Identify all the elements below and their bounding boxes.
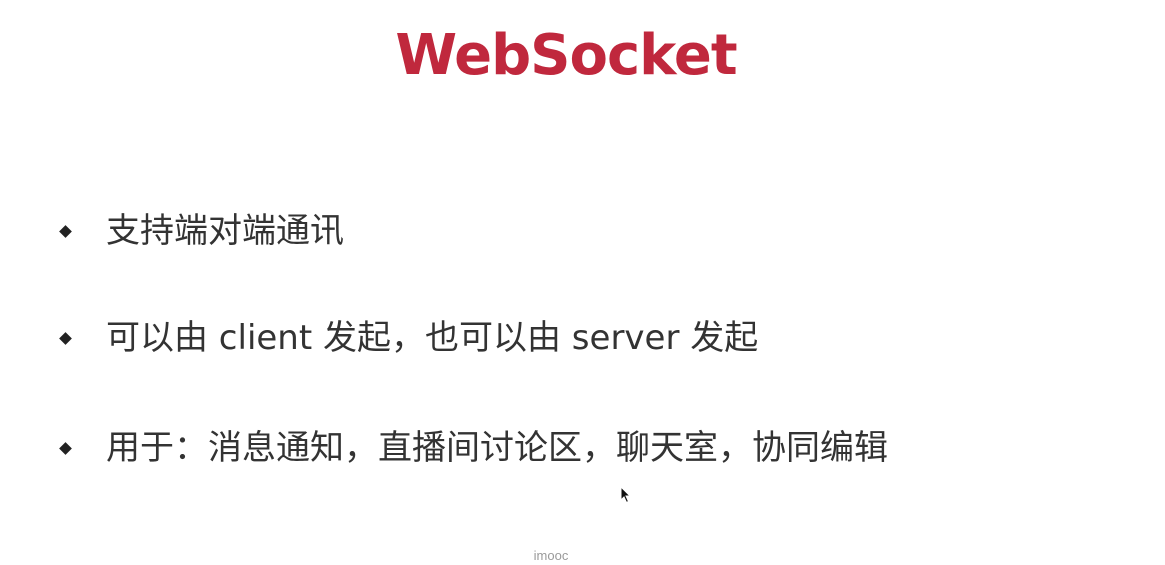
slide: WebSocket 支持端对端通讯 可以由 client 发起，也可以由 ser…	[0, 0, 1165, 565]
diamond-bullet-icon	[58, 331, 72, 345]
bullet-item: 支持端对端通讯	[58, 207, 344, 255]
bullet-item: 可以由 client 发起，也可以由 server 发起	[58, 314, 758, 362]
bullet-text: 支持端对端通讯	[106, 211, 344, 251]
watermark: imooc	[533, 548, 569, 563]
mouse-cursor-icon	[620, 486, 632, 504]
slide-title: WebSocket	[395, 23, 737, 88]
diamond-bullet-icon	[58, 224, 72, 238]
bullet-text: 可以由 client 发起，也可以由 server 发起	[106, 318, 759, 358]
diamond-bullet-icon	[58, 441, 72, 455]
bullet-item: 用于：消息通知，直播间讨论区，聊天室，协同编辑	[58, 424, 888, 472]
bullet-text: 用于：消息通知，直播间讨论区，聊天室，协同编辑	[106, 428, 888, 468]
